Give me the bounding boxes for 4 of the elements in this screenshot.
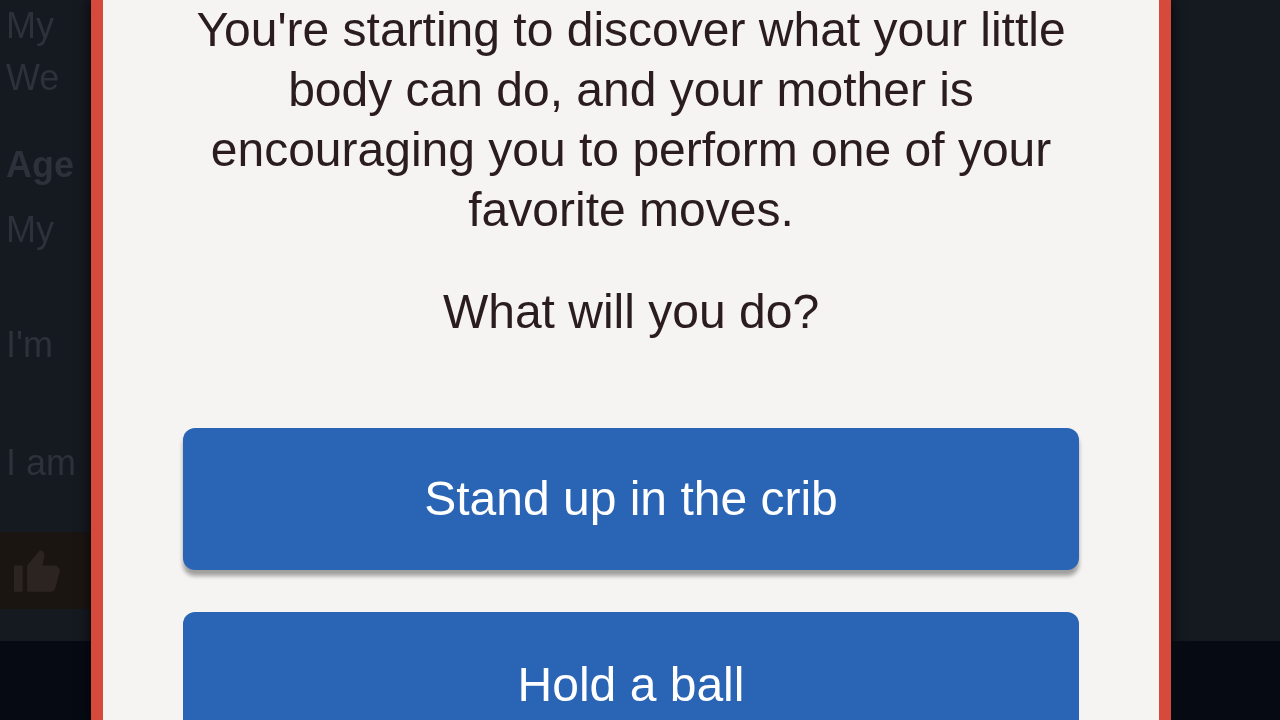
question-text: What will you do? [442,286,820,338]
story-text: You're starting to discover what your little body can do, and your mother is encouraging you to perform one of your favorite moves. [195,2,1067,238]
choice-button[interactable]: Hold a ball [183,612,1079,720]
choice-button[interactable]: Stand up in the crib [183,428,1079,570]
